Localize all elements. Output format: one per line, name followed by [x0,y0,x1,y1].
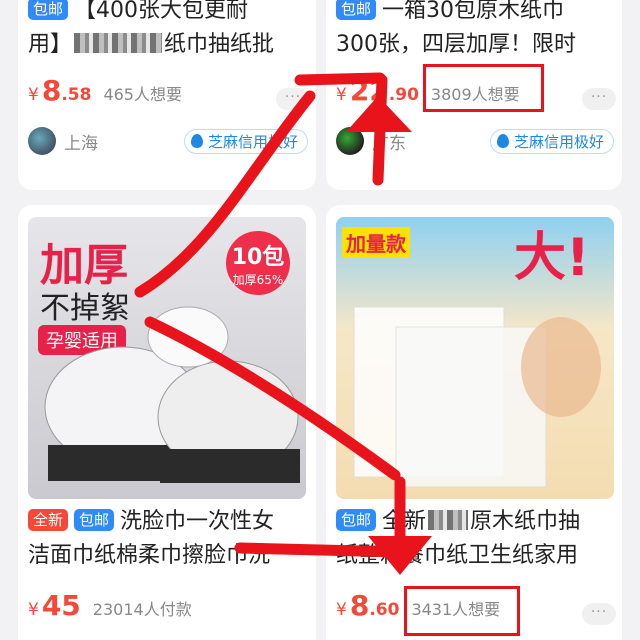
price: 8 [349,589,370,622]
highlight-box-want-3431 [404,586,520,636]
title-text: 洁面巾纸棉柔巾擦脸巾洗 [28,543,271,568]
seller-row: 广东 芝麻信用极好 [336,126,614,156]
seller-location: 广东 [372,133,406,154]
paid-count: 23014人付款 [92,600,192,619]
product-card-3[interactable]: 加厚 不掉絮 孕婴适用 10包 加厚65% 全新 包邮 洗脸巾一次性女 洁面巾纸棉柔… [18,205,316,640]
seller-row: 上海 芝麻信用极好 [28,126,308,156]
title-text: 纸巾抽纸批 [164,32,275,57]
currency-symbol: ¥ [28,600,39,620]
more-options-button[interactable]: ··· [582,88,616,110]
product-image[interactable]: 加厚 不掉絮 孕婴适用 10包 加厚65% [28,217,306,499]
title-text: 洗脸巾一次性女 [120,509,275,534]
title-text: 300张，四层加厚！限时 [336,32,576,57]
tissue-pack-illustration [353,306,601,488]
seller-avatar[interactable] [336,127,364,155]
title-text: 一箱30包原木纸巾 [382,0,565,23]
price-decimal: .60 [369,600,400,620]
product-title: 全新 包邮 洗脸巾一次性女 洁面巾纸棉柔巾擦脸巾洗 [28,505,308,573]
product-image[interactable]: 加量款 大! [336,217,614,499]
more-icon: ··· [284,89,302,105]
free-shipping-tag: 包邮 [336,509,377,531]
title-text: 原木纸巾抽 [470,509,581,534]
price: 22 [349,74,389,107]
want-count: 465人想要 [103,85,182,104]
sesame-credit-icon [190,134,203,148]
seller-avatar[interactable] [28,127,56,155]
price: 8 [41,74,62,107]
product-title: 包邮 【400张大包更耐 用】 纸巾抽纸批 [28,0,308,62]
product-card-4[interactable]: 加量款 大! 包邮 全新 原木纸巾抽 纸整箱餐巾纸卫生纸家用 ¥ 8 .60 343… [326,205,622,640]
price: 45 [41,589,81,622]
title-text: 纸整箱餐巾纸卫生纸家用 [336,543,579,568]
free-shipping-tag: 包邮 [74,509,115,531]
currency-symbol: ¥ [336,600,347,620]
sesame-credit-icon [496,134,509,148]
credit-label: 芝麻信用极好 [207,132,298,151]
blurred-text [74,33,163,53]
credit-badge: 芝麻信用极好 [183,128,308,154]
product-title: 包邮 一箱30包原木纸巾 300张，四层加厚！限时 [336,0,614,62]
more-icon: ··· [590,604,608,620]
towel-bags-illustration [44,306,300,483]
title-text: 全新 [382,509,427,534]
currency-symbol: ¥ [28,85,39,105]
highlight-box-want-3809 [423,64,544,112]
more-options-button[interactable]: ··· [276,88,310,110]
credit-badge: 芝麻信用极好 [489,128,614,154]
product-feed: 包邮 【400张大包更耐 用】 纸巾抽纸批 ¥ 8 .58 465人想要 ··· 上… [0,0,640,640]
title-text: 用】 [28,32,73,57]
more-icon: ··· [590,89,608,105]
brand-new-tag: 全新 [28,509,69,531]
seller-location: 上海 [64,133,98,154]
currency-symbol: ¥ [336,85,347,105]
price-decimal: .58 [61,85,92,105]
price-row: ¥ 8 .58 465人想要 [28,74,308,108]
title-text: 【400张大包更耐 [74,0,249,23]
price-row: ¥ 45 23014人付款 [28,589,308,623]
more-options-button[interactable]: ··· [582,603,616,625]
free-shipping-tag: 包邮 [336,0,377,20]
product-card-1[interactable]: 包邮 【400张大包更耐 用】 纸巾抽纸批 ¥ 8 .58 465人想要 ··· 上… [18,0,316,190]
free-shipping-tag: 包邮 [28,0,69,20]
blurred-text [428,510,469,530]
product-title: 包邮 全新 原木纸巾抽 纸整箱餐巾纸卫生纸家用 [336,505,614,573]
credit-label: 芝麻信用极好 [513,132,604,151]
price-decimal: .90 [388,85,419,105]
